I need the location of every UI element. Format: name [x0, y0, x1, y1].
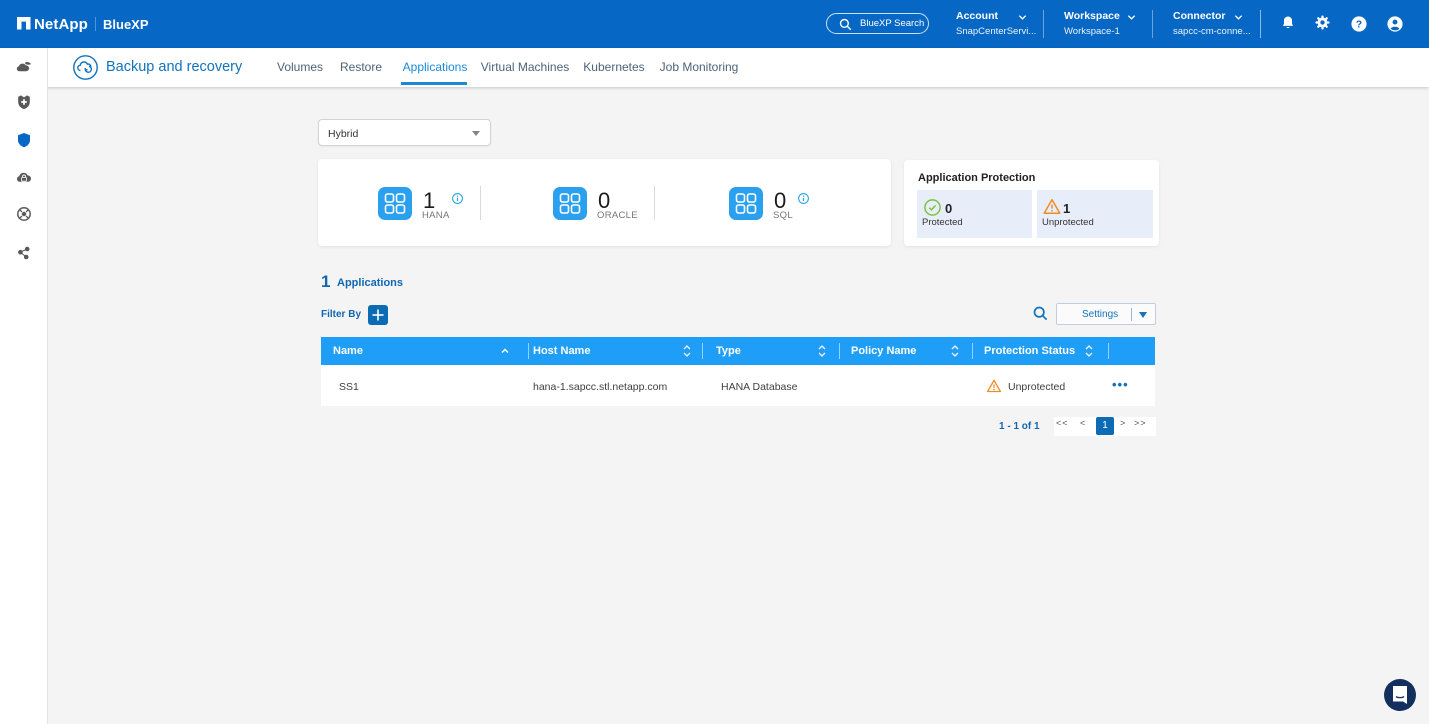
svg-text:?: ?: [1355, 19, 1361, 30]
